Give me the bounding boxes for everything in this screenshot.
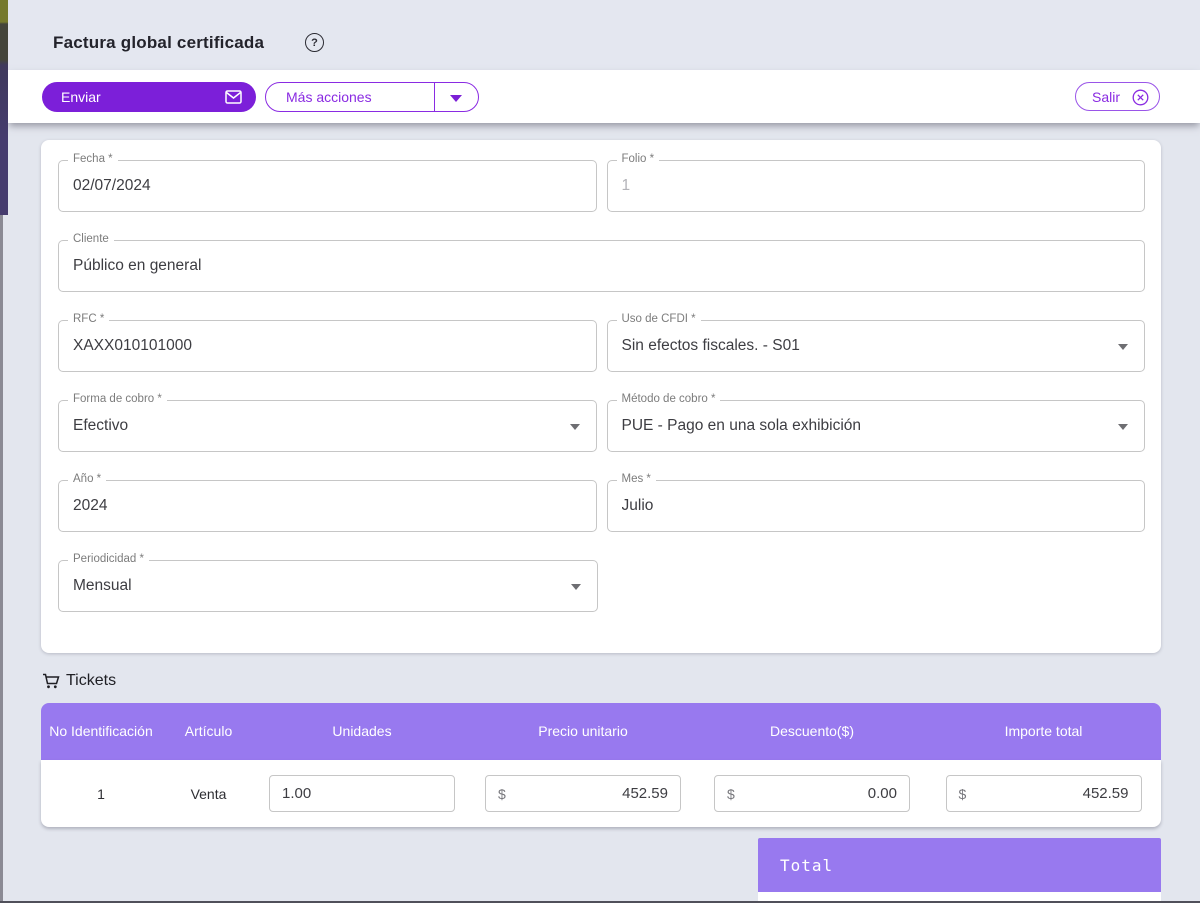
descuento-field[interactable]: $	[714, 775, 910, 812]
exit-button-label: Salir	[1092, 89, 1120, 105]
col-header-articulo: Artículo	[161, 720, 256, 744]
total-label: Total	[780, 856, 833, 875]
chevron-down-icon	[1118, 424, 1128, 430]
chevron-down-icon	[571, 584, 581, 590]
field-anio[interactable]: Año *	[58, 480, 597, 532]
periodicidad-select[interactable]: Mensual	[59, 561, 597, 611]
col-header-unidades: Unidades	[256, 720, 468, 744]
cell-articulo: Venta	[161, 786, 256, 802]
envelope-icon	[225, 90, 242, 104]
mes-input[interactable]	[608, 481, 1145, 531]
precio-unitario-field[interactable]: $	[485, 775, 681, 812]
field-fecha-label: Fecha *	[68, 153, 118, 165]
col-header-precio-unitario: Precio unitario	[468, 720, 698, 744]
importe-total-input[interactable]	[966, 785, 1140, 802]
field-mes-label: Mes *	[617, 473, 656, 485]
page-title: Factura global certificada	[53, 33, 264, 53]
chevron-down-icon	[1118, 344, 1128, 350]
exit-button[interactable]: Salir	[1075, 82, 1160, 111]
background-app-sliver	[0, 0, 8, 215]
col-header-importe-total: Importe total	[926, 720, 1161, 744]
tickets-title-label: Tickets	[66, 672, 116, 690]
cliente-input[interactable]	[59, 241, 1144, 291]
currency-symbol: $	[727, 786, 735, 802]
field-anio-label: Año *	[68, 473, 106, 485]
col-header-descuento: Descuento($)	[698, 720, 926, 744]
field-folio-label: Folio *	[617, 153, 660, 165]
send-button[interactable]: Enviar	[42, 82, 256, 112]
currency-symbol: $	[498, 786, 506, 802]
anio-input[interactable]	[59, 481, 596, 531]
table-row: 1 Venta $ $ $	[41, 760, 1161, 827]
field-periodicidad[interactable]: Periodicidad * Mensual	[58, 560, 598, 612]
rfc-input[interactable]	[59, 321, 596, 371]
field-cliente-label: Cliente	[68, 233, 114, 245]
more-actions-label: Más acciones	[286, 89, 372, 105]
forma-cobro-select[interactable]: Efectivo	[59, 401, 596, 451]
close-circle-icon	[1132, 89, 1149, 106]
total-header: Total	[758, 838, 1161, 892]
invoice-form-card: Fecha * Folio * Cliente RFC * Uso de CFD…	[41, 140, 1161, 653]
descuento-input[interactable]	[735, 785, 909, 802]
tickets-table-header: No Identificación Artículo Unidades Prec…	[41, 703, 1161, 760]
background-app-edge	[0, 215, 3, 903]
send-button-label: Enviar	[61, 89, 101, 105]
tickets-section-title: Tickets	[42, 672, 116, 690]
field-metodo-cobro-label: Método de cobro *	[617, 393, 721, 405]
field-cliente[interactable]: Cliente	[58, 240, 1145, 292]
uso-cfdi-select[interactable]: Sin efectos fiscales. - S01	[608, 321, 1145, 371]
shopping-cart-icon	[42, 673, 60, 690]
metodo-cobro-select[interactable]: PUE - Pago en una sola exhibición	[608, 401, 1145, 451]
field-forma-cobro[interactable]: Forma de cobro * Efectivo	[58, 400, 597, 452]
field-mes[interactable]: Mes *	[607, 480, 1146, 532]
more-actions-button[interactable]: Más acciones	[265, 82, 479, 112]
fecha-input[interactable]	[59, 161, 596, 211]
field-uso-cfdi[interactable]: Uso de CFDI * Sin efectos fiscales. - S0…	[607, 320, 1146, 372]
field-fecha[interactable]: Fecha *	[58, 160, 597, 212]
cell-no-identificacion: 1	[41, 786, 161, 802]
field-metodo-cobro[interactable]: Método de cobro * PUE - Pago en una sola…	[607, 400, 1146, 452]
chevron-down-icon	[570, 424, 580, 430]
chevron-down-icon	[450, 95, 462, 102]
field-periodicidad-label: Periodicidad *	[68, 553, 149, 565]
currency-symbol: $	[959, 786, 967, 802]
toolbar: Enviar Más acciones Salir	[8, 70, 1200, 123]
factura-global-window: Factura global certificada ? Enviar Más …	[0, 0, 1200, 903]
field-forma-cobro-label: Forma de cobro *	[68, 393, 167, 405]
row-spacer	[608, 560, 1146, 612]
button-divider	[434, 83, 435, 111]
tickets-table: No Identificación Artículo Unidades Prec…	[41, 703, 1161, 827]
folio-input[interactable]	[608, 161, 1145, 211]
help-icon[interactable]: ?	[305, 33, 324, 52]
app-header: Factura global certificada ?	[8, 0, 1200, 70]
field-folio[interactable]: Folio *	[607, 160, 1146, 212]
unidades-input[interactable]	[269, 775, 455, 812]
field-rfc-label: RFC *	[68, 313, 109, 325]
importe-total-field[interactable]: $	[946, 775, 1142, 812]
field-uso-cfdi-label: Uso de CFDI *	[617, 313, 701, 325]
col-header-no-identificacion: No Identificación	[41, 720, 161, 744]
field-rfc[interactable]: RFC *	[58, 320, 597, 372]
precio-unitario-input[interactable]	[506, 785, 680, 802]
